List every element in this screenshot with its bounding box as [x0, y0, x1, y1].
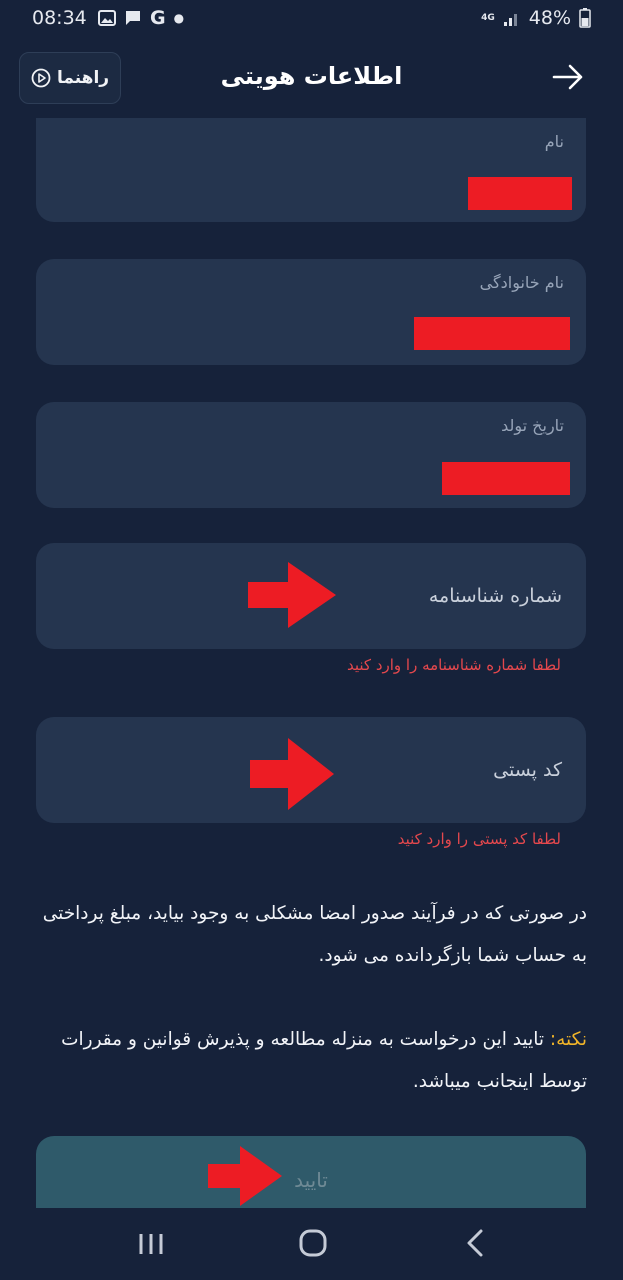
birth-certificate-error: لطفا شماره شناسنامه را وارد کنید [346, 656, 561, 674]
signal-icon [503, 14, 517, 26]
note-label: نکته: [549, 1029, 587, 1050]
home-icon[interactable] [298, 1228, 328, 1258]
status-bar: 08:34 G ● 4G 48% [0, 0, 623, 36]
terms-note: نکته: تایید این درخواست به منزله مطالعه … [36, 1019, 587, 1103]
last-name-field[interactable]: نام خانوادگی [36, 259, 586, 365]
birth-certificate-placeholder: شماره شناسنامه [428, 585, 562, 607]
postal-code-placeholder: کد پستی [493, 759, 562, 781]
birth-date-field[interactable]: تاریخ تولد [36, 402, 586, 508]
annotation-arrow [208, 1146, 282, 1206]
last-name-label: نام خانوادگی [479, 273, 564, 292]
birth-date-label: تاریخ تولد [501, 416, 564, 435]
header: راهنما اطلاعات هویتی [0, 48, 623, 108]
message-icon [126, 11, 140, 25]
back-icon[interactable] [464, 1228, 486, 1258]
redaction-box [468, 177, 572, 210]
confirm-button[interactable]: تایید [36, 1136, 586, 1210]
arrow-right-icon[interactable] [552, 64, 584, 90]
redaction-box [414, 317, 570, 350]
annotation-arrow [250, 738, 334, 810]
photo-icon [98, 10, 116, 26]
refund-info: در صورتی که در فرآیند صدور امضا مشکلی به… [42, 903, 587, 966]
first-name-field[interactable]: نام [36, 118, 586, 222]
system-navigation-bar [0, 1208, 623, 1280]
page-title: اطلاعات هویتی [220, 62, 403, 90]
note-text: تایید این درخواست به منزله مطالعه و پذیر… [61, 1029, 587, 1092]
google-icon: G [150, 7, 166, 29]
notification-dot: ● [173, 11, 185, 25]
confirm-label: تایید [294, 1168, 328, 1192]
network-type: 4G [481, 13, 495, 23]
annotation-arrow [248, 562, 336, 628]
battery-icon [579, 8, 591, 28]
battery-percent: 48% [528, 7, 571, 29]
redaction-box [442, 462, 570, 495]
recents-icon[interactable] [137, 1230, 165, 1258]
status-time: 08:34 [32, 7, 87, 29]
first-name-label: نام [544, 132, 564, 151]
postal-code-error: لطفا کد پستی را وارد کنید [397, 830, 561, 848]
